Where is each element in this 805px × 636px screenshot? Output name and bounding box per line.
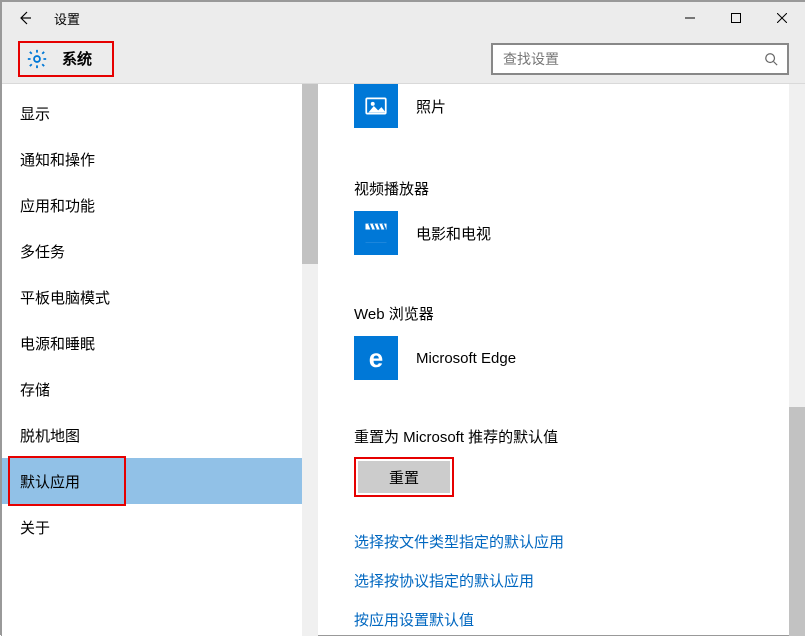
- sidebar-item-label: 显示: [20, 103, 50, 124]
- app-name-label: 照片: [416, 96, 446, 117]
- header-row: 系统: [2, 34, 805, 84]
- sidebar-item-label: 电源和睡眠: [20, 333, 95, 354]
- system-header[interactable]: 系统: [18, 41, 114, 77]
- sidebar-item-default-apps[interactable]: 默认应用: [2, 458, 318, 504]
- sidebar-scrollbar-thumb[interactable]: [302, 84, 318, 264]
- sidebar-item-label: 通知和操作: [20, 149, 95, 170]
- section-heading-browser: Web 浏览器: [354, 303, 805, 324]
- window-title: 设置: [54, 9, 80, 28]
- sidebar-item-about[interactable]: 关于: [2, 504, 318, 550]
- links-section: 选择按文件类型指定的默认应用 选择按协议指定的默认应用 按应用设置默认值: [354, 531, 805, 630]
- search-input[interactable]: [493, 51, 755, 67]
- photos-icon: [354, 84, 398, 128]
- back-button[interactable]: [2, 2, 48, 34]
- reset-button[interactable]: 重置: [358, 461, 450, 493]
- sidebar-item-multitasking[interactable]: 多任务: [2, 228, 318, 274]
- sidebar-item-label: 脱机地图: [20, 425, 80, 446]
- search-icon: [755, 52, 787, 66]
- link-filetype-defaults[interactable]: 选择按文件类型指定的默认应用: [354, 531, 805, 552]
- sidebar-item-tablet-mode[interactable]: 平板电脑模式: [2, 274, 318, 320]
- system-header-label: 系统: [62, 48, 92, 69]
- sidebar-scrollbar[interactable]: [302, 84, 318, 636]
- default-app-video[interactable]: 电影和电视: [354, 211, 805, 255]
- minimize-button[interactable]: [667, 2, 713, 34]
- title-bar: 设置: [2, 2, 805, 34]
- app-name-label: 电影和电视: [416, 223, 491, 244]
- reset-heading: 重置为 Microsoft 推荐的默认值: [354, 426, 805, 447]
- default-app-browser[interactable]: e Microsoft Edge: [354, 336, 805, 380]
- movies-icon: [354, 211, 398, 255]
- sidebar-item-label: 应用和功能: [20, 195, 95, 216]
- app-name-label: Microsoft Edge: [416, 350, 516, 367]
- link-protocol-defaults[interactable]: 选择按协议指定的默认应用: [354, 570, 805, 591]
- sidebar-item-offline-maps[interactable]: 脱机地图: [2, 412, 318, 458]
- maximize-button[interactable]: [713, 2, 759, 34]
- edge-icon: e: [354, 336, 398, 380]
- content-scrollbar-thumb[interactable]: [789, 407, 805, 636]
- window-controls: [667, 2, 805, 34]
- arrow-left-icon: [17, 10, 33, 26]
- default-app-photos[interactable]: 照片: [354, 84, 805, 128]
- content-scrollbar[interactable]: [789, 84, 805, 636]
- section-heading-video: 视频播放器: [354, 178, 805, 199]
- sidebar-item-label: 默认应用: [20, 471, 80, 492]
- sidebar-item-apps-features[interactable]: 应用和功能: [2, 182, 318, 228]
- gear-icon: [26, 48, 48, 70]
- content: 照片 视频播放器 电影和电视 Web 浏览器 e: [318, 84, 805, 636]
- reset-highlight: 重置: [354, 457, 454, 497]
- link-app-defaults[interactable]: 按应用设置默认值: [354, 609, 805, 630]
- search-box[interactable]: [491, 43, 789, 75]
- sidebar-item-display[interactable]: 显示: [2, 90, 318, 136]
- sidebar-item-label: 平板电脑模式: [20, 287, 110, 308]
- sidebar-item-label: 关于: [20, 517, 50, 538]
- close-button[interactable]: [759, 2, 805, 34]
- body: 显示 通知和操作 应用和功能 多任务 平板电脑模式 电源和睡眠 存储 脱机地图 …: [2, 84, 805, 636]
- sidebar-item-power-sleep[interactable]: 电源和睡眠: [2, 320, 318, 366]
- sidebar-item-notifications[interactable]: 通知和操作: [2, 136, 318, 182]
- sidebar-item-label: 存储: [20, 379, 50, 400]
- sidebar-item-label: 多任务: [20, 241, 65, 262]
- sidebar-item-storage[interactable]: 存储: [2, 366, 318, 412]
- sidebar: 显示 通知和操作 应用和功能 多任务 平板电脑模式 电源和睡眠 存储 脱机地图 …: [2, 84, 318, 636]
